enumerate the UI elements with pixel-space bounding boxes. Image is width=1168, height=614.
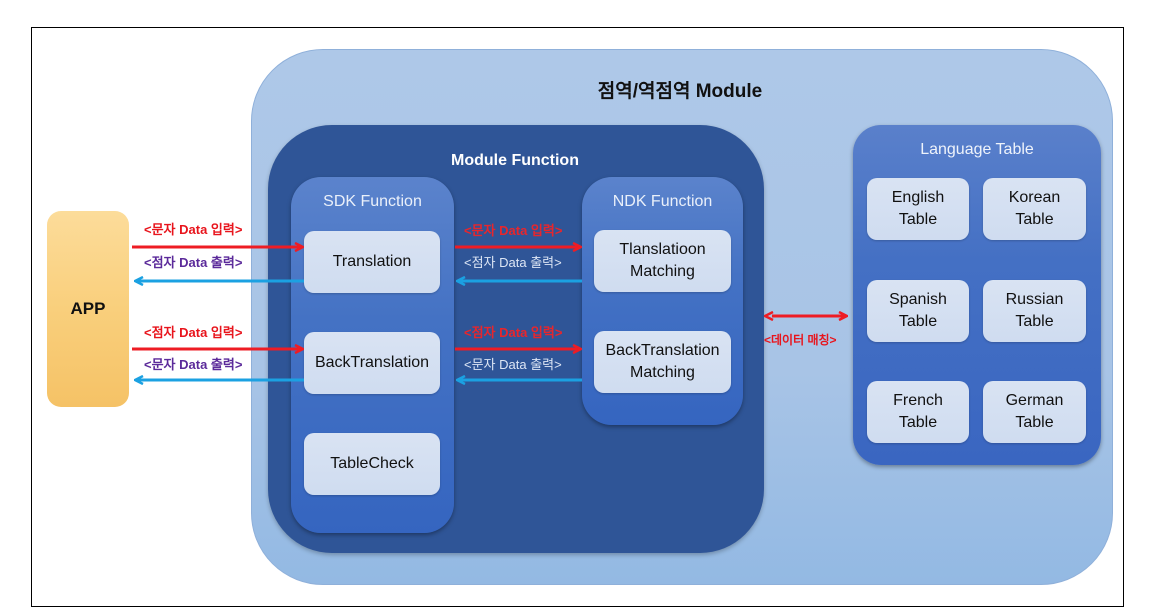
app-sdk-input1-label: <문자 Data 입력> (144, 222, 243, 237)
sdk-ndk-input1-label: <문자 Data 입력> (464, 223, 563, 238)
app-sdk-output2-label: <문자 Data 출력> (144, 357, 243, 372)
sdk-ndk-output2-label: <문자 Data 출력> (464, 357, 562, 372)
sdk-ndk-output1-label: <점자 Data 출력> (464, 255, 562, 270)
sdk-ndk-input2-label: <점자 Data 입력> (464, 325, 563, 340)
app-sdk-output1-label: <점자 Data 출력> (144, 255, 243, 270)
app-sdk-input2-label: <점자 Data 입력> (144, 325, 243, 340)
data-matching-label: <데이터 매칭> (764, 333, 837, 347)
arrows-layer (132, 0, 1168, 614)
